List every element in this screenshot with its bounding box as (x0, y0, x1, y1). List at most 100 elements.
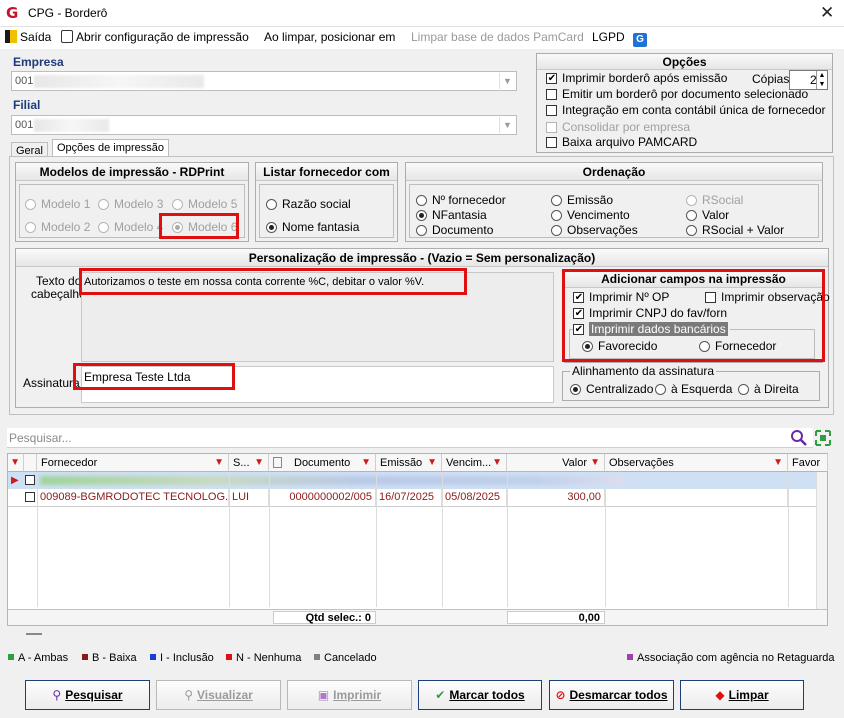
radio-ord-valor[interactable]: Valor (686, 209, 729, 222)
radio[interactable] (172, 199, 183, 210)
radio-modelo-4[interactable]: Modelo 4 (98, 221, 163, 234)
filter-icon[interactable]: ▼ (361, 454, 371, 471)
radio[interactable] (266, 199, 277, 210)
radio-ord-emissao[interactable]: Emissão (551, 194, 613, 207)
grid-head-favor[interactable]: Favor (788, 454, 828, 472)
radio-esquerda[interactable]: à Esquerda (655, 383, 732, 396)
pesquisar-button[interactable]: ⚲ Pesquisar (25, 680, 150, 710)
splitter-handle[interactable] (26, 633, 42, 635)
radio-label: Modelo 3 (114, 197, 164, 211)
checkbox[interactable] (546, 89, 557, 100)
radio[interactable] (25, 222, 36, 233)
menu-saida[interactable]: Saída (5, 30, 51, 44)
lgpd-icon[interactable]: G (633, 31, 647, 47)
radio-direita[interactable]: à Direita (738, 383, 799, 396)
filter-icon[interactable]: ▼ (492, 454, 502, 471)
filter-icon[interactable]: ▼ (10, 454, 20, 471)
filial-combo[interactable]: 001 ▼ (11, 115, 517, 135)
search-icon[interactable] (790, 429, 808, 447)
close-icon[interactable]: ✕ (820, 3, 834, 23)
radio-razao-social[interactable]: Razão social (266, 198, 351, 211)
opt-imprimir-apos[interactable]: Imprimir borderô após emissão (546, 72, 727, 85)
vertical-scrollbar[interactable] (816, 472, 827, 609)
checkbox[interactable] (546, 122, 557, 133)
grid-head-valor[interactable]: Valor ▼ (507, 454, 605, 472)
radio-ord-rsocial[interactable]: RSocial (686, 194, 743, 207)
radio-selected[interactable] (266, 222, 277, 233)
opt-baixa-pamcard[interactable]: Baixa arquivo PAMCARD (546, 136, 697, 149)
grid-head-observacoes[interactable]: Observações ▼ (605, 454, 788, 472)
chevron-down-icon[interactable]: ▼ (499, 117, 515, 133)
grid-head-fornecedor[interactable]: Fornecedor ▼ (37, 454, 229, 472)
radio[interactable] (686, 225, 697, 236)
radio[interactable] (738, 384, 749, 395)
grid-head-documento[interactable]: Documento ▼ (269, 454, 376, 472)
radio[interactable] (686, 195, 697, 206)
filter-icon[interactable]: ▼ (214, 454, 224, 471)
radio-nome-fantasia[interactable]: Nome fantasia (266, 221, 359, 234)
menu-lgpd[interactable]: LGPD (592, 30, 625, 44)
radio-ord-rsocial-valor[interactable]: RSocial + Valor (686, 224, 784, 237)
imprimir-button[interactable]: ▣ Imprimir (287, 680, 412, 710)
desmarcar-todos-button[interactable]: ⊘ Desmarcar todos (549, 680, 674, 710)
table-row-selected[interactable]: ▶ (8, 472, 827, 489)
prohibited-icon: ⊘ (555, 688, 566, 702)
radio-modelo-3[interactable]: Modelo 3 (98, 198, 163, 211)
filter-icon[interactable]: ▼ (590, 454, 600, 471)
menu-abrir-config[interactable]: Abrir configuração de impressão (61, 30, 249, 44)
col-divider (376, 472, 377, 607)
radio[interactable] (551, 210, 562, 221)
checkbox[interactable] (546, 73, 557, 84)
radio-modelo-2[interactable]: Modelo 2 (25, 221, 90, 234)
spin-arrows-icon[interactable]: ▲ ▼ (816, 71, 827, 89)
copias-spinner[interactable]: 2 ▲ ▼ (789, 70, 828, 90)
opt-consolidar[interactable]: Consolidar por empresa (546, 121, 690, 134)
radio[interactable] (98, 222, 109, 233)
radio-ord-vencimento[interactable]: Vencimento (551, 209, 630, 222)
table-row[interactable]: 009089-BGMRODOTEC TECNOLOG... LUI 000000… (8, 489, 827, 506)
menu-ao-limpar[interactable]: Ao limpar, posicionar em (264, 30, 395, 44)
marcar-todos-button[interactable]: ✔ Marcar todos (418, 680, 542, 710)
radio[interactable] (25, 199, 36, 210)
visualizar-button[interactable]: ⚲ Visualizar (156, 680, 281, 710)
expand-icon[interactable] (815, 430, 831, 446)
radio[interactable] (655, 384, 666, 395)
filter-icon[interactable]: ▼ (773, 454, 783, 471)
chevron-down-icon[interactable]: ▼ (499, 73, 515, 89)
radio[interactable] (416, 195, 427, 206)
radio-selected[interactable] (570, 384, 581, 395)
checkbox[interactable] (546, 105, 557, 116)
radio-modelo-5[interactable]: Modelo 5 (172, 198, 237, 211)
filter-icon[interactable]: ▼ (427, 454, 437, 471)
opt-emitir-um[interactable]: Emitir um borderô por documento selecion… (546, 88, 808, 101)
radio-ord-nfantasia[interactable]: NFantasia (416, 209, 487, 222)
radio-ord-documento[interactable]: Documento (416, 224, 493, 237)
search-input[interactable]: Pesquisar... (7, 428, 813, 448)
cell-valor: 300,00 (507, 489, 605, 506)
radio[interactable] (98, 199, 109, 210)
filter-icon[interactable]: ▼ (254, 454, 264, 471)
radio[interactable] (686, 210, 697, 221)
radio-selected[interactable] (416, 210, 427, 221)
tab-opcoes-impressao[interactable]: Opções de impressão (52, 139, 169, 157)
grid-head-vencimento[interactable]: Vencim... ▼ (442, 454, 507, 472)
legend-swatch (314, 654, 320, 660)
radio-centralizado[interactable]: Centralizado (570, 383, 653, 396)
menu-limpar-pamcard[interactable]: Limpar base de dados PamCard (411, 30, 584, 44)
radio-ord-observacoes[interactable]: Observações (551, 224, 638, 237)
row-checkbox[interactable] (25, 492, 35, 502)
radio-modelo-1[interactable]: Modelo 1 (25, 198, 90, 211)
grid-head-s[interactable]: S... ▼ (229, 454, 269, 472)
radio[interactable] (416, 225, 427, 236)
row-checkbox[interactable] (25, 475, 35, 485)
empresa-combo[interactable]: 001 ▼ (11, 71, 517, 91)
opt-integracao[interactable]: Integração em conta contábil única de fo… (546, 104, 826, 117)
limpar-button[interactable]: ◆ Limpar (680, 680, 804, 710)
texto-label-2: cabeçalho: (31, 287, 90, 301)
checkbox[interactable] (546, 137, 557, 148)
grid-head-emissao[interactable]: Emissão ▼ (376, 454, 442, 472)
radio[interactable] (551, 195, 562, 206)
legend-label: N - Nenhuma (236, 652, 302, 664)
radio[interactable] (551, 225, 562, 236)
radio-ord-nfornecedor[interactable]: Nº fornecedor (416, 194, 506, 207)
